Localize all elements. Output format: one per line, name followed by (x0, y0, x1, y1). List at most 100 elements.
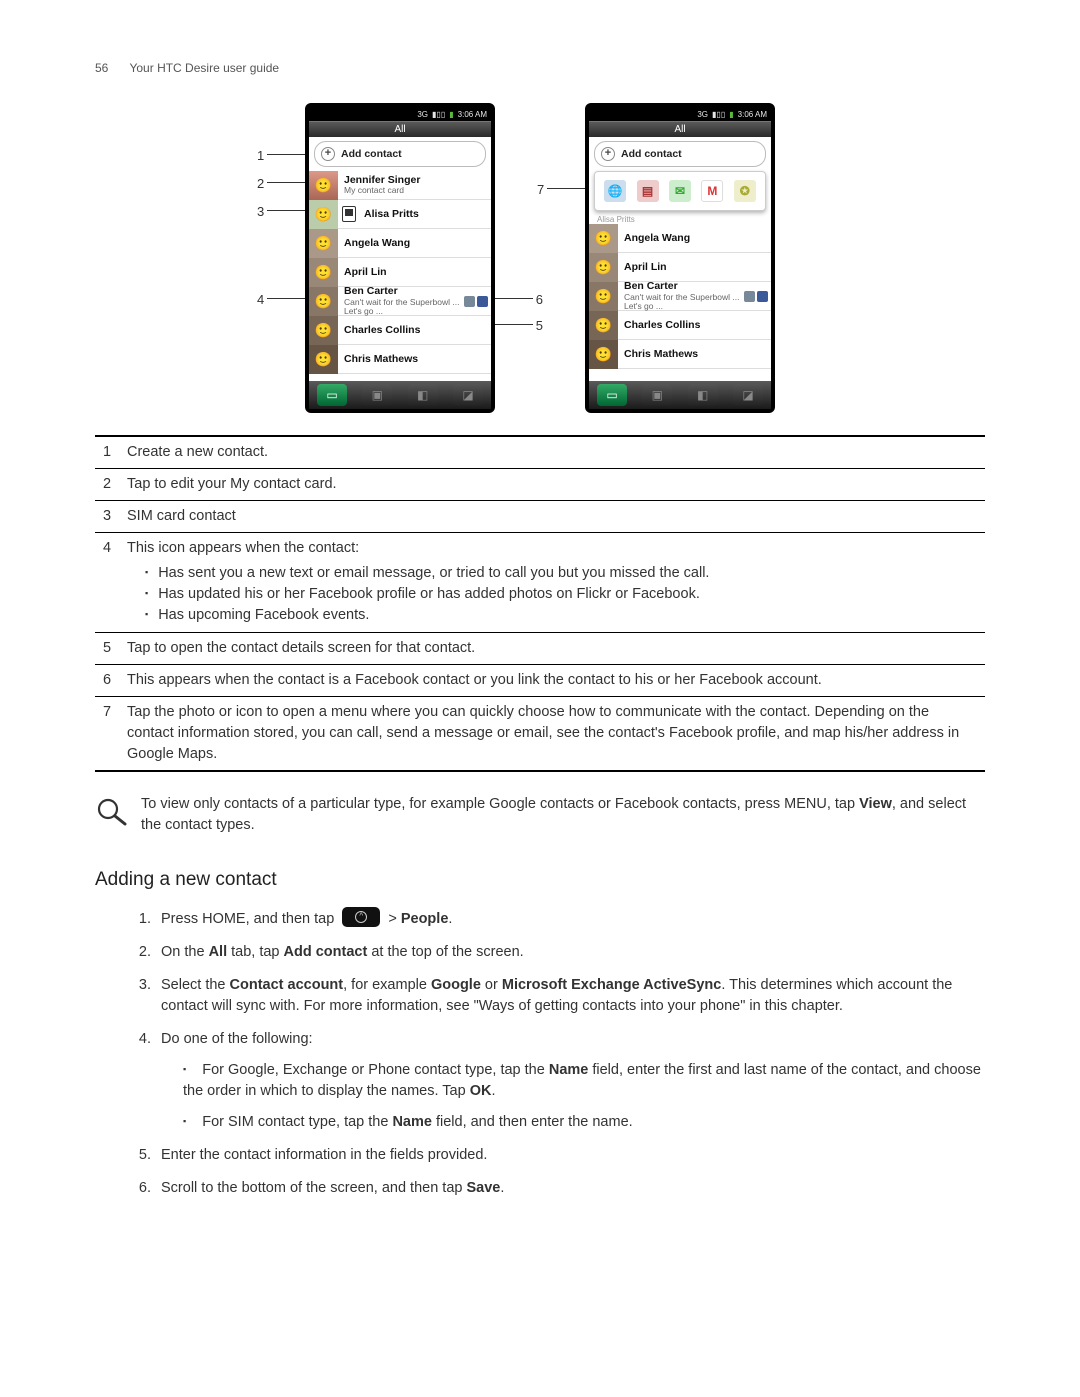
legend-text: Tap to open the contact details screen f… (123, 632, 985, 664)
contact-row[interactable]: 🙂 Charles Collins (309, 316, 491, 345)
callout-6: 6 (536, 291, 543, 310)
my-contact-row[interactable]: 🙂 Jennifer Singer My contact card (309, 171, 491, 200)
contact-row[interactable]: 🙂 Angela Wang (309, 229, 491, 258)
notification-icon (464, 296, 475, 307)
tab-all[interactable]: All (589, 121, 771, 137)
legend-num: 3 (95, 501, 123, 533)
battery-icon: ▮ (449, 109, 453, 121)
add-contact-label: Add contact (341, 147, 402, 162)
contact-row[interactable]: 🙂 Ben Carter Can't wait for the Superbow… (309, 287, 491, 316)
bottom-tab-3[interactable]: ◧ (408, 384, 438, 406)
avatar[interactable]: 🙂 (589, 311, 618, 340)
bottom-tab-2[interactable]: ▣ (362, 384, 392, 406)
bottom-tab-4[interactable]: ◪ (733, 384, 763, 406)
avatar[interactable]: 🙂 (309, 316, 338, 345)
callout-1: 1 (257, 147, 264, 166)
quick-card-icon[interactable]: ▤ (637, 180, 659, 202)
contact-row[interactable]: 🙂 Chris Mathews (309, 345, 491, 374)
add-contact-button[interactable]: + Add contact (594, 141, 766, 167)
signal-icon: ▮▯▯ (712, 109, 725, 121)
sim-icon (342, 206, 356, 222)
page-number: 56 (95, 61, 108, 75)
legend-num: 2 (95, 469, 123, 501)
avatar[interactable]: 🙂 (309, 171, 338, 200)
bottom-tab-people[interactable]: ▭ (597, 384, 627, 406)
contact-name: Angela Wang (624, 233, 771, 245)
bottom-tab-people[interactable]: ▭ (317, 384, 347, 406)
facebook-icon (757, 291, 768, 302)
avatar[interactable]: 🙂 (589, 282, 618, 311)
contact-sub: My contact card (344, 186, 491, 195)
legend-text: This icon appears when the contact: Has … (123, 533, 985, 632)
bottom-bar: ▭ ▣ ◧ ◪ (309, 381, 491, 409)
quick-chat-icon[interactable]: ✉︎ (669, 180, 691, 202)
avatar[interactable]: 🙂 (589, 340, 618, 369)
step-6: Scroll to the bottom of the screen, and … (155, 1178, 985, 1199)
steps-list: Press HOME, and then tap > People. On th… (95, 907, 985, 1199)
quick-gmail-icon[interactable]: M (701, 180, 723, 202)
avatar[interactable]: 🙂 (309, 258, 338, 287)
callout-line (491, 298, 533, 299)
screenshot-figures: 1 2 3 4 5 6 3G ▮▯▯ ▮ 3:06 AM All + Add c… (95, 103, 985, 413)
tab-all[interactable]: All (309, 121, 491, 137)
legend-text: Tap the photo or icon to open a menu whe… (123, 696, 985, 771)
quick-contact-menu[interactable]: 🌐 ▤ ✉︎ M ✪ (594, 171, 766, 211)
tip-text: To view only contacts of a particular ty… (141, 794, 985, 836)
avatar[interactable]: 🙂 (589, 253, 618, 282)
step-4: Do one of the following: For Google, Exc… (155, 1029, 985, 1133)
avatar[interactable]: 🙂 (309, 345, 338, 374)
callout-4: 4 (257, 291, 264, 310)
avatar[interactable]: 🙂 (309, 229, 338, 258)
avatar[interactable]: 🙂 (309, 200, 338, 229)
contact-status: Can't wait for the Superbowl ... Let's g… (344, 298, 464, 317)
tip-note: To view only contacts of a particular ty… (95, 794, 985, 836)
screenshot-left: 1 2 3 4 5 6 3G ▮▯▯ ▮ 3:06 AM All + Add c… (305, 103, 495, 413)
clock: 3:06 AM (738, 109, 767, 121)
contact-list: + Add contact 🙂 Jennifer Singer My conta… (309, 137, 491, 381)
network-icon: 3G (417, 109, 428, 121)
magnifier-icon (95, 796, 127, 835)
guide-title: Your HTC Desire user guide (129, 61, 279, 75)
legend-4-intro: This icon appears when the contact: (127, 540, 359, 556)
callout-line (547, 188, 589, 189)
legend-num: 1 (95, 436, 123, 469)
remnant-name: Alisa Pritts (589, 214, 771, 224)
contact-row[interactable]: 🙂 Alisa Pritts (309, 200, 491, 229)
contact-row[interactable]: 🙂 Charles Collins (589, 311, 771, 340)
bottom-tab-3[interactable]: ◧ (688, 384, 718, 406)
contact-name: Charles Collins (344, 325, 491, 337)
contact-row[interactable]: 🙂 Angela Wang (589, 224, 771, 253)
contact-row[interactable]: 🙂 April Lin (589, 253, 771, 282)
battery-icon: ▮ (729, 109, 733, 121)
callout-line (491, 324, 533, 325)
legend-text: This appears when the contact is a Faceb… (123, 664, 985, 696)
contact-name: Alisa Pritts (364, 209, 491, 221)
step-1: Press HOME, and then tap > People. (155, 907, 985, 930)
contact-name: Charles Collins (624, 320, 771, 332)
contact-name: April Lin (624, 262, 771, 274)
add-contact-button[interactable]: + Add contact (314, 141, 486, 167)
quick-map-icon[interactable]: ✪ (734, 180, 756, 202)
step-4a: For Google, Exchange or Phone contact ty… (183, 1060, 985, 1102)
add-contact-label: Add contact (621, 147, 682, 162)
step-4b: For SIM contact type, tap the Name field… (183, 1112, 985, 1133)
status-bar: 3G ▮▯▯ ▮ 3:06 AM (589, 107, 771, 121)
facebook-icon (477, 296, 488, 307)
avatar[interactable]: 🙂 (589, 224, 618, 253)
step-2: On the All tab, tap Add contact at the t… (155, 942, 985, 963)
callout-legend: 1 Create a new contact. 2 Tap to edit yo… (95, 435, 985, 771)
page-header: 56 Your HTC Desire user guide (95, 60, 985, 77)
signal-icon: ▮▯▯ (432, 109, 445, 121)
contact-row[interactable]: 🙂 Chris Mathews (589, 340, 771, 369)
legend-4a: Has sent you a new text or email message… (145, 563, 977, 584)
callout-line (267, 298, 309, 299)
avatar[interactable]: 🙂 (309, 287, 338, 316)
contact-row[interactable]: 🙂 April Lin (309, 258, 491, 287)
quick-web-icon[interactable]: 🌐 (604, 180, 626, 202)
bottom-bar: ▭ ▣ ◧ ◪ (589, 381, 771, 409)
contact-row[interactable]: 🙂 Ben Carter Can't wait for the Superbow… (589, 282, 771, 311)
bottom-tab-4[interactable]: ◪ (453, 384, 483, 406)
bottom-tab-2[interactable]: ▣ (642, 384, 672, 406)
callout-7: 7 (537, 181, 544, 200)
legend-4b: Has updated his or her Facebook profile … (145, 584, 977, 605)
